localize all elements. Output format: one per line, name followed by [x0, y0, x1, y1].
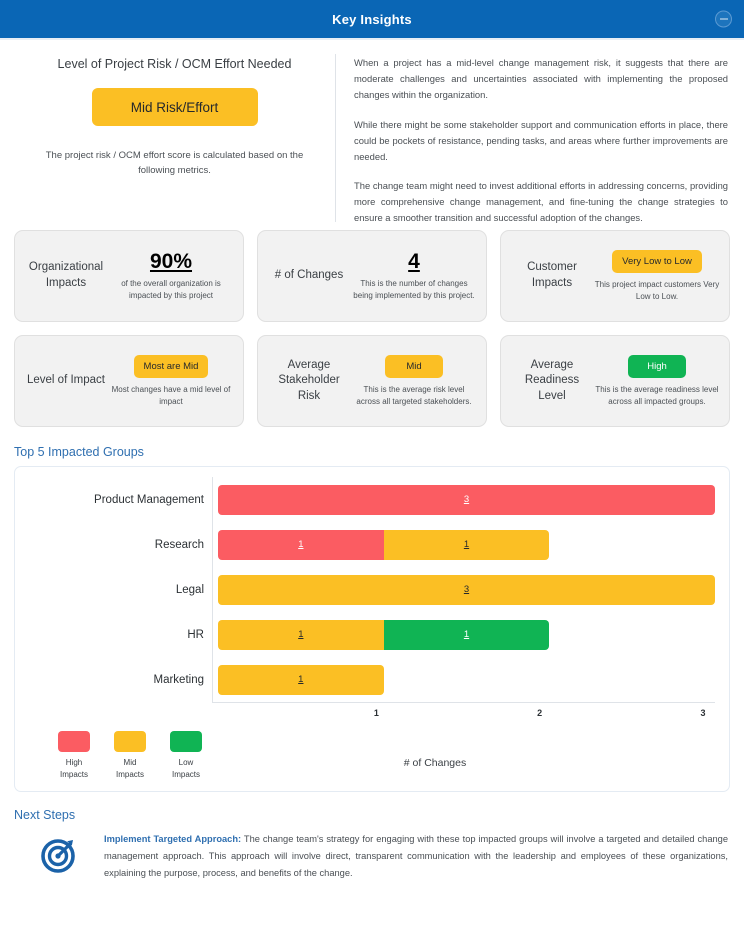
- chart-bar-row: 3: [213, 477, 715, 522]
- metric-card-description: This is the average risk level across al…: [356, 384, 472, 406]
- metric-card-body: 4 This is the number of changes being imp…: [351, 250, 477, 301]
- next-steps-text: Implement Targeted Approach: The change …: [104, 831, 730, 881]
- metric-card-badge: Very Low to Low: [612, 249, 702, 273]
- chart-category-label: Marketing: [153, 673, 205, 686]
- chart-bar[interactable]: 3: [218, 484, 715, 515]
- risk-description-panel: When a project has a mid-level change ma…: [336, 54, 730, 223]
- metric-card-label: Average Readiness Level: [524, 358, 580, 402]
- metric-card-body: High This is the average readiness level …: [594, 354, 720, 407]
- chart-bar-segment[interactable]: 1: [383, 529, 550, 560]
- metric-card-badge: High: [628, 354, 686, 378]
- metric-card-description: of the overall organization is impacted …: [121, 279, 221, 301]
- chart-legend: High Impacts Mid Impacts Low Impacts: [21, 731, 207, 780]
- minus-circle-icon[interactable]: [715, 10, 732, 28]
- metric-card: Organizational Impacts 90% of the overall …: [14, 230, 244, 322]
- chart-bar-segment[interactable]: 1: [218, 664, 384, 695]
- metric-card: # of Changes 4 This is the number of chang…: [257, 230, 487, 322]
- metric-card-label: Organizational Impacts: [28, 261, 104, 289]
- chart-bar[interactable]: 11: [218, 529, 550, 560]
- legend-swatch: [170, 731, 202, 752]
- chart-xtick-label: 2: [537, 708, 543, 718]
- metric-card: Customer Impacts Very Low to Low This proj…: [500, 230, 730, 322]
- metric-card-body: Mid This is the average risk level across…: [351, 354, 477, 407]
- metric-card: Average Readiness Level High This is the a…: [500, 335, 730, 427]
- risk-level-badge: Mid Risk/Effort: [91, 88, 258, 126]
- metric-card: Level of Impact Most are Mid Most changes …: [14, 335, 244, 427]
- chart-bar-segment[interactable]: 3: [218, 574, 715, 605]
- impacted-groups-chart: Product Management Research Legal HR Marketi…: [14, 466, 730, 793]
- chart-bar-row: 1: [213, 657, 715, 702]
- metric-card-description: This is the average readiness level acro…: [595, 384, 719, 406]
- metric-card-body: Most are Mid Most changes have a mid leve…: [108, 354, 234, 407]
- chart-legend-item[interactable]: Low Impacts: [165, 731, 207, 780]
- metric-card-description: This project impact customers Very Low t…: [594, 279, 720, 301]
- legend-swatch: [58, 731, 90, 752]
- risk-summary-section: Level of Project Risk / OCM Effort Neede…: [0, 40, 744, 228]
- metric-card-value: 4: [408, 250, 420, 274]
- description-paragraph: While there might be some stakeholder su…: [354, 118, 728, 162]
- metric-card: Average Stakeholder Risk Mid This is the a…: [257, 335, 487, 427]
- page-title: Key Insights: [332, 11, 412, 27]
- metric-card-badge: Most are Mid: [133, 354, 209, 378]
- chart-bar[interactable]: 3: [218, 574, 715, 605]
- metric-card-value: 90%: [149, 250, 193, 274]
- chart-category-label: Research: [154, 538, 204, 551]
- target-bullseye-icon: [14, 831, 104, 881]
- chart-bar-row: 11: [213, 612, 715, 657]
- metric-card-badge: Mid: [385, 354, 443, 378]
- metric-card-body: 90% of the overall organization is impact…: [108, 250, 234, 301]
- metric-card-label: Average Stakeholder Risk: [278, 358, 340, 402]
- metric-card-body: Very Low to Low This project impact custo…: [594, 249, 720, 302]
- impacted-groups-title: Top 5 Impacted Groups: [14, 445, 144, 459]
- chart-category-label: Product Management: [94, 493, 204, 506]
- chart-bar-segment[interactable]: 1: [383, 619, 550, 650]
- chart-bars-area: 3113111: [213, 477, 715, 703]
- chart-bar-segment[interactable]: 3: [218, 484, 715, 515]
- legend-label: Mid: [123, 758, 137, 767]
- next-steps-title: Next Steps: [14, 808, 76, 823]
- legend-label: High: [65, 758, 83, 767]
- chart-bar-row: 11: [213, 522, 715, 567]
- description-paragraph: The change team might need to invest add…: [354, 180, 728, 224]
- legend-label: Impacts: [59, 769, 88, 779]
- chart-footer: High Impacts Mid Impacts Low Impacts # of Cha…: [21, 723, 715, 782]
- metric-card-label: # of Changes: [274, 269, 344, 282]
- chart-bar-segment[interactable]: 1: [218, 529, 384, 560]
- chart-category-axis: Product Management Research Legal HR Marketi…: [21, 477, 213, 703]
- chart-bar[interactable]: 11: [218, 619, 550, 650]
- chart-legend-item[interactable]: Mid Impacts: [109, 731, 151, 780]
- chart-xtick-label: 3: [700, 708, 706, 718]
- panel-header: Key Insights: [0, 0, 744, 40]
- metric-card-description: Most changes have a mid level of impact: [111, 384, 231, 406]
- risk-level-heading: Level of Project Risk / OCM Effort Neede…: [57, 57, 292, 71]
- risk-score-note: The project risk / OCM effort score is c…: [45, 150, 304, 176]
- chart-value-axis: 1 2 3: [213, 703, 706, 723]
- legend-label: Low: [178, 758, 194, 767]
- risk-level-panel: Level of Project Risk / OCM Effort Neede…: [14, 54, 336, 222]
- chart-plot-area: Product Management Research Legal HR Marketi…: [21, 477, 715, 703]
- minus-glyph: [719, 18, 728, 20]
- description-paragraph: When a project has a mid-level change ma…: [354, 57, 728, 101]
- chart-bar-segment[interactable]: 1: [218, 619, 384, 650]
- chart-category-label: Legal: [175, 583, 204, 596]
- next-steps-item: Implement Targeted Approach: The change …: [0, 822, 744, 881]
- metric-card-description: This is the number of changes being impl…: [353, 279, 475, 301]
- legend-label: Impacts: [171, 769, 200, 779]
- metric-cards-grid: Organizational Impacts 90% of the overall …: [0, 228, 744, 427]
- legend-swatch: [114, 731, 146, 752]
- next-steps-heading: Implement Targeted Approach:: [104, 834, 242, 845]
- metric-card-label: Level of Impact: [27, 374, 105, 387]
- chart-bar[interactable]: 1: [218, 664, 384, 695]
- chart-category-label: HR: [187, 628, 204, 641]
- metric-card-label: Customer Impacts: [527, 261, 577, 289]
- legend-label: Impacts: [115, 769, 144, 779]
- chart-xaxis-title: # of Changes: [403, 757, 467, 769]
- chart-xtick-label: 1: [373, 708, 379, 718]
- chart-bar-row: 3: [213, 567, 715, 612]
- chart-legend-item[interactable]: High Impacts: [53, 731, 95, 780]
